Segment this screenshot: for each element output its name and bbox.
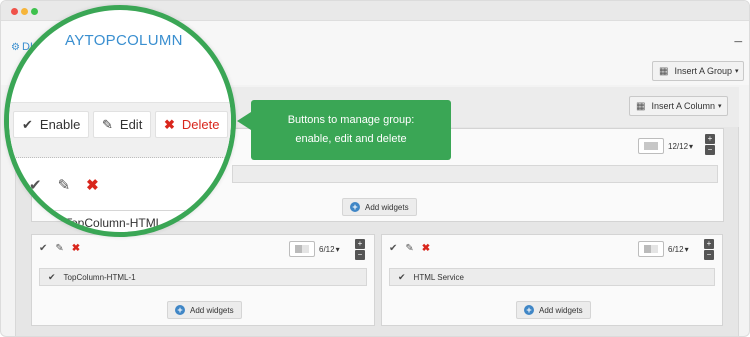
column-size-control[interactable]: 12/12 ▾: [638, 138, 693, 154]
column-size-label: 6/12: [668, 244, 684, 254]
close-icon: ✖: [164, 116, 175, 132]
increase-width-button[interactable]: +: [705, 134, 715, 144]
column-size-label: 6/12: [319, 244, 335, 254]
enable-button[interactable]: ✔ Enable: [13, 111, 90, 138]
caret-down-icon: ▾: [684, 244, 689, 254]
table-icon: ▦: [636, 100, 646, 112]
pencil-icon: ✎: [102, 116, 113, 132]
callout-line-1: Buttons to manage group:: [287, 114, 415, 126]
add-widgets-button[interactable]: + Add widgets: [167, 301, 242, 319]
caret-down-icon: ▾: [335, 244, 340, 254]
caret-down-icon: ▾: [735, 68, 739, 75]
callout-line-2: enable, edit and delete: [295, 133, 407, 145]
minimize-window-button[interactable]: [21, 8, 28, 15]
column-size-control[interactable]: 6/12 ▾: [638, 241, 689, 257]
caret-down-icon: ▾: [718, 103, 722, 110]
add-widgets-button[interactable]: + Add widgets: [342, 198, 417, 216]
add-widgets-label: Add widgets: [539, 305, 583, 315]
close-icon[interactable]: ✖: [422, 243, 430, 254]
plus-icon: +: [524, 305, 534, 315]
decrease-width-button[interactable]: −: [704, 250, 714, 260]
widget-label: TopColumn-HTML-1: [63, 272, 136, 282]
pencil-icon[interactable]: ✎: [405, 243, 413, 254]
insert-column-label: Insert A Column: [651, 101, 715, 111]
group-icon: ▦: [659, 65, 669, 77]
edit-label: Edit: [119, 117, 143, 132]
add-widgets-button[interactable]: + Add widgets: [516, 301, 591, 319]
column-size-label: 12/12: [668, 141, 689, 151]
divider: [9, 210, 231, 211]
insert-group-button[interactable]: ▦ Insert A Group ▾: [652, 61, 744, 81]
add-widgets-label: Add widgets: [190, 305, 234, 315]
check-icon[interactable]: ✔: [39, 243, 47, 254]
increase-width-button[interactable]: +: [704, 239, 714, 249]
column-actions: ✔ ✎ ✖: [389, 243, 430, 254]
column-size-icon: [638, 241, 664, 257]
caret-down-icon: ▾: [689, 141, 694, 151]
close-icon[interactable]: ✖: [86, 176, 99, 194]
column-size-control[interactable]: 6/12 ▾: [289, 241, 340, 257]
column-resize-stepper: + −: [705, 134, 715, 156]
tooltip-callout: Buttons to manage group: enable, edit an…: [251, 100, 451, 160]
edit-button[interactable]: ✎ Edit: [93, 111, 152, 138]
close-icon[interactable]: ✖: [72, 243, 80, 254]
check-icon: ✔: [22, 116, 33, 132]
callout-arrow: [237, 112, 251, 130]
zoom-magnifier: AYTOPCOLUMN ✔ Enable ✎ Edit ✖ Delete ✔ ✎…: [4, 5, 236, 237]
zoomed-column-actions: ✔ ✎ ✖: [29, 176, 99, 194]
widget-label: HTML Service: [413, 272, 464, 282]
pencil-icon[interactable]: ✎: [55, 243, 63, 254]
column-left: ✔ ✎ ✖ 6/12 ▾ + − ✔ TopColumn-HTML-1 + Ad…: [31, 234, 375, 326]
plus-icon: +: [350, 202, 360, 212]
decrease-width-button[interactable]: −: [705, 145, 715, 155]
check-icon: ✔: [398, 271, 406, 282]
decrease-width-button[interactable]: −: [355, 250, 365, 260]
zoomed-module-title: AYTOPCOLUMN: [65, 32, 183, 49]
delete-label: Delete: [181, 117, 220, 132]
add-widgets-label: Add widgets: [365, 202, 409, 212]
column-resize-stepper: + −: [704, 239, 714, 261]
check-icon[interactable]: ✔: [29, 176, 42, 194]
widget-row[interactable]: ✔ TopColumn-HTML-1: [39, 268, 367, 286]
column-right: ✔ ✎ ✖ 6/12 ▾ + − ✔ HTML Service + Add wi…: [381, 234, 723, 326]
maximize-window-button[interactable]: [31, 8, 38, 15]
check-icon[interactable]: ✔: [389, 243, 397, 254]
insert-column-button[interactable]: ▦ Insert A Column ▾: [629, 96, 728, 116]
minus-icon[interactable]: −: [734, 35, 743, 51]
delete-button[interactable]: ✖ Delete: [155, 111, 229, 138]
enable-label: Enable: [39, 117, 81, 132]
zoomed-column-label: TopColumn-HTML-: [65, 216, 167, 230]
pencil-icon[interactable]: ✎: [58, 176, 71, 194]
column-size-icon: [638, 138, 664, 154]
gear-icon: ⚙: [11, 42, 20, 53]
insert-group-label: Insert A Group: [674, 66, 732, 76]
plus-icon: +: [175, 305, 185, 315]
column-actions: ✔ ✎ ✖: [39, 243, 80, 254]
widget-row[interactable]: [232, 165, 718, 183]
column-size-icon: [289, 241, 315, 257]
close-window-button[interactable]: [11, 8, 18, 15]
column-resize-stepper: + −: [355, 239, 365, 261]
widget-row[interactable]: ✔ HTML Service: [389, 268, 715, 286]
increase-width-button[interactable]: +: [355, 239, 365, 249]
check-icon: ✔: [48, 271, 56, 282]
